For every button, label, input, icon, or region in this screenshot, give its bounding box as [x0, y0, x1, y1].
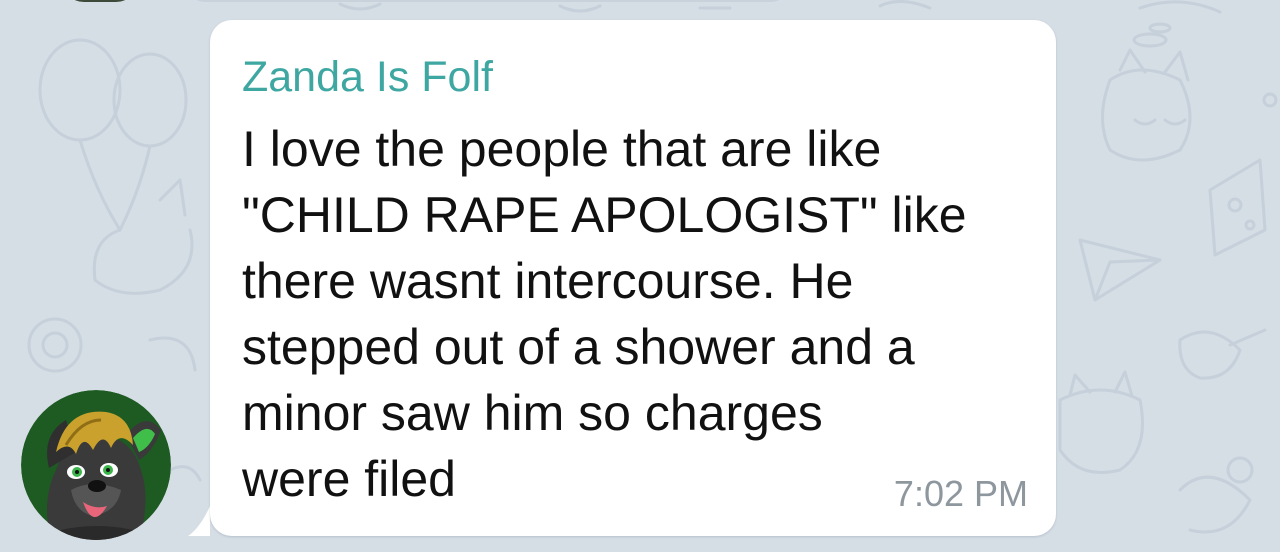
message-line: minor saw him so charges: [242, 385, 823, 441]
sender-avatar[interactable]: [21, 390, 171, 540]
message-timestamp: 7:02 PM: [893, 473, 1028, 514]
message-bubble[interactable]: Zanda Is Folf I love the people that are…: [210, 20, 1056, 536]
previous-message-bubble: [190, 0, 786, 2]
message-line: there wasnt intercourse. He: [242, 253, 854, 309]
furry-wolf-avatar-icon: [21, 390, 171, 540]
message-line: I love the people that are like: [242, 121, 882, 177]
message-text: I love the people that are like "CHILD R…: [242, 116, 1042, 512]
message-line: "CHILD RAPE APOLOGIST" like: [242, 187, 967, 243]
sender-name[interactable]: Zanda Is Folf: [242, 52, 493, 102]
message-line: stepped out of a shower and a: [242, 319, 915, 375]
